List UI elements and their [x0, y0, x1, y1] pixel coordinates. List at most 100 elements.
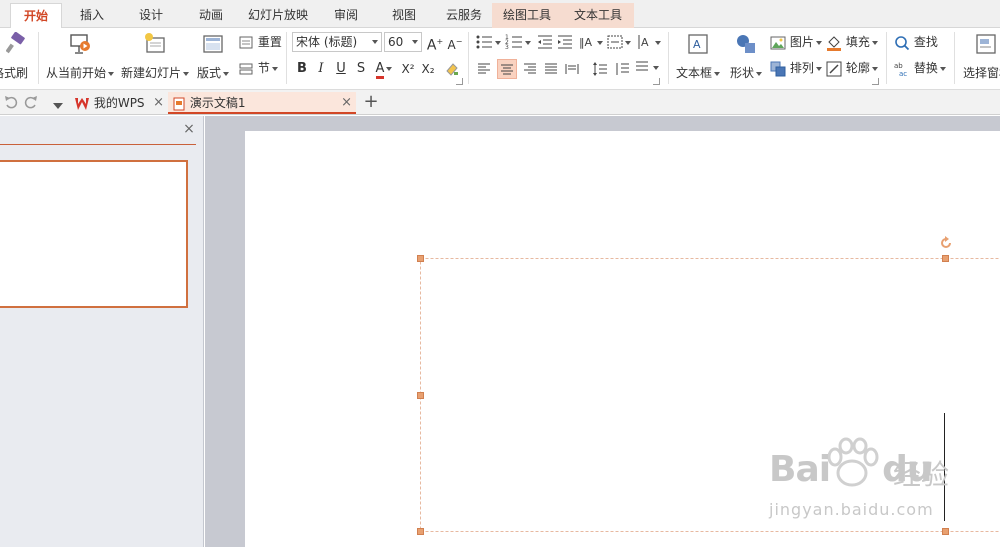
- text-align-icon[interactable]: [634, 59, 662, 79]
- quick-access-dropdown-icon[interactable]: [52, 99, 64, 109]
- tab-view[interactable]: 视图: [378, 3, 430, 28]
- wps-logo-icon: [75, 97, 89, 110]
- layout-button[interactable]: 版式: [194, 30, 232, 86]
- layout-label: 版式: [194, 64, 232, 81]
- watermark-brand-cn: 经验: [893, 458, 950, 491]
- strikethrough-button[interactable]: S: [351, 59, 371, 79]
- svg-text:ac: ac: [899, 70, 907, 77]
- new-slide-icon: [145, 33, 165, 53]
- resize-handle-middle-left[interactable]: [417, 392, 424, 399]
- new-tab-button[interactable]: +: [362, 91, 380, 113]
- close-icon[interactable]: ×: [182, 122, 196, 136]
- tab-cloud[interactable]: 云服务: [436, 3, 492, 28]
- arrange-button[interactable]: 排列: [770, 58, 822, 78]
- increase-indent-icon[interactable]: [556, 32, 574, 52]
- decrease-indent-icon[interactable]: [536, 32, 554, 52]
- watermark-url: jingyan.baidu.com: [769, 500, 934, 519]
- tab-text-tools[interactable]: 文本工具: [562, 3, 634, 28]
- font-size-select[interactable]: 60: [384, 32, 422, 52]
- resize-handle-top-left[interactable]: [417, 255, 424, 262]
- decrease-font-icon[interactable]: A−: [446, 32, 464, 52]
- text-direction-icon[interactable]: ‖A: [578, 32, 604, 52]
- resize-handle-top-center[interactable]: [942, 255, 949, 262]
- drawing-dialog-launcher[interactable]: [872, 78, 879, 85]
- divider: [886, 32, 887, 84]
- resize-handle-bottom-center[interactable]: [942, 528, 949, 535]
- fill-button[interactable]: 填充: [826, 32, 878, 52]
- bullets-icon[interactable]: [474, 32, 502, 52]
- text-box-button[interactable]: A 文本框: [674, 30, 722, 86]
- paragraph-spacing-icon[interactable]: [612, 59, 632, 79]
- format-painter-button[interactable]: 格式刷: [0, 30, 30, 86]
- shape-button[interactable]: 形状: [728, 30, 764, 86]
- align-right-icon[interactable]: [520, 59, 540, 79]
- selection-pane-button[interactable]: 选择窗格: [960, 30, 1000, 86]
- close-icon[interactable]: ×: [341, 92, 352, 114]
- tab-home[interactable]: 开始: [10, 3, 62, 29]
- shapes-icon: [737, 35, 755, 53]
- doc-tab-my-wps[interactable]: 我的WPS ×: [70, 92, 168, 114]
- format-painter-label: 格式刷: [0, 66, 28, 80]
- svg-text:A: A: [693, 38, 701, 51]
- selection-pane-icon: [976, 34, 996, 54]
- superscript-button[interactable]: X²: [398, 59, 418, 79]
- outline-icon: [826, 61, 842, 76]
- ribbon-tab-bar: 开始 插入 设计 动画 幻灯片放映 审阅 视图 云服务 绘图工具 文本工具: [0, 0, 1000, 29]
- paint-bucket-icon: [827, 35, 841, 51]
- numbering-icon[interactable]: 1 2 3: [504, 32, 532, 52]
- selection-pane-label: 选择窗格: [963, 66, 1000, 80]
- replace-icon: ab ac: [894, 62, 907, 77]
- new-slide-button[interactable]: 新建幻灯片: [120, 30, 190, 86]
- doc-tab-presentation[interactable]: 演示文稿1 ×: [168, 92, 356, 114]
- line-spacing-icon[interactable]: [590, 59, 610, 79]
- reset-button[interactable]: 重置: [238, 32, 282, 52]
- align-left-icon[interactable]: [474, 59, 494, 79]
- find-button[interactable]: 查找: [894, 32, 938, 52]
- justify-icon[interactable]: [541, 59, 561, 79]
- clear-format-icon[interactable]: [442, 59, 462, 79]
- italic-button[interactable]: I: [311, 59, 331, 79]
- picture-button[interactable]: 图片: [770, 32, 822, 52]
- section-button[interactable]: 节: [238, 58, 278, 78]
- presentation-file-icon: [173, 97, 185, 110]
- brush-icon: [6, 32, 25, 54]
- new-slide-label: 新建幻灯片: [120, 64, 190, 81]
- rotate-handle-icon[interactable]: [938, 235, 954, 251]
- align-center-icon[interactable]: [497, 59, 517, 79]
- underline-button[interactable]: U: [331, 59, 351, 79]
- reset-icon: [239, 36, 253, 48]
- section-icon: [239, 63, 253, 74]
- font-name-select[interactable]: 宋体 (标题): [292, 32, 382, 52]
- redo-icon[interactable]: [24, 94, 38, 110]
- distribute-icon[interactable]: [562, 59, 582, 79]
- paragraph-dialog-launcher[interactable]: [653, 78, 660, 85]
- tab-drawing-tools[interactable]: 绘图工具: [492, 3, 562, 28]
- subscript-button[interactable]: X₂: [418, 59, 438, 79]
- resize-handle-bottom-left[interactable]: [417, 528, 424, 535]
- tab-animation[interactable]: 动画: [184, 3, 238, 28]
- increase-font-icon[interactable]: A+: [426, 32, 444, 54]
- align-text-icon[interactable]: [606, 32, 632, 52]
- svg-text:3: 3: [505, 44, 509, 51]
- bold-button[interactable]: B: [292, 59, 312, 79]
- tab-insert[interactable]: 插入: [66, 3, 118, 28]
- close-icon[interactable]: ×: [153, 92, 164, 114]
- text-box-label: 文本框: [674, 64, 722, 81]
- tab-slideshow[interactable]: 幻灯片放映: [242, 3, 314, 28]
- current-slide[interactable]: Bai du 经验 jingyan.baidu.com: [245, 131, 1000, 547]
- undo-icon[interactable]: [4, 94, 18, 110]
- columns-icon[interactable]: A: [636, 32, 662, 52]
- replace-button[interactable]: ab ac 替换: [894, 58, 946, 78]
- from-current-button[interactable]: 从当前开始: [44, 30, 116, 86]
- outline-button[interactable]: 轮廓: [826, 58, 878, 78]
- font-color-button[interactable]: A: [371, 59, 397, 79]
- slide-thumbnail-1[interactable]: [0, 160, 188, 308]
- slide-thumbnail-panel: ×: [0, 116, 204, 547]
- divider: [954, 32, 955, 84]
- tab-review[interactable]: 审阅: [320, 3, 372, 28]
- picture-icon: [770, 36, 786, 49]
- tab-design[interactable]: 设计: [124, 3, 178, 28]
- svg-text:‖A: ‖A: [579, 36, 593, 49]
- font-dialog-launcher[interactable]: [456, 78, 463, 85]
- layout-icon: [203, 35, 223, 53]
